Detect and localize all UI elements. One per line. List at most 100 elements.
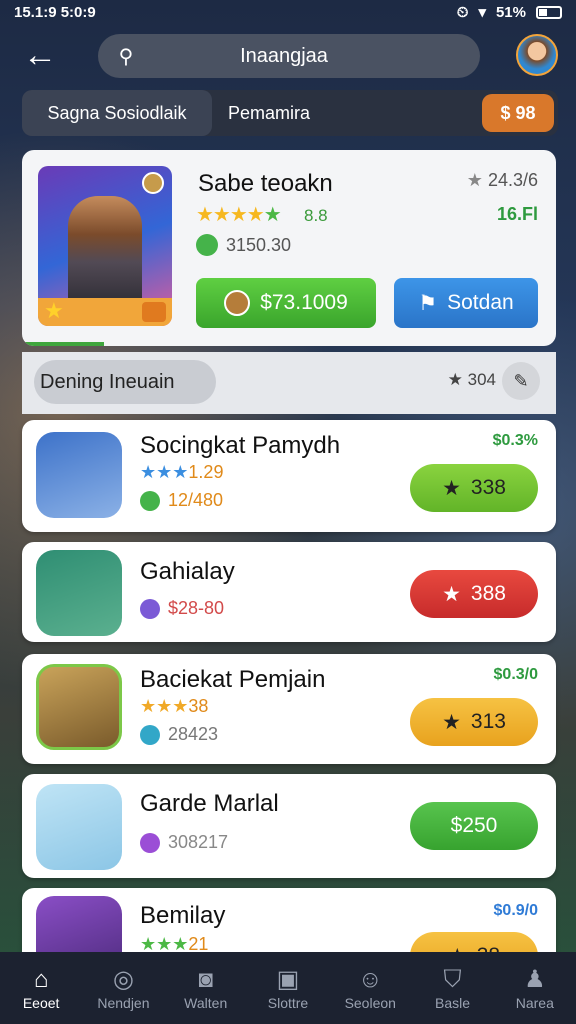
item-thumbnail [36, 896, 122, 952]
secondary-button-label: Sotdan [447, 291, 514, 314]
price-button[interactable]: ★ 388 [410, 570, 538, 618]
buy-button[interactable]: $73.1009 [196, 278, 376, 328]
item-trend: $0.3/0 [493, 666, 538, 683]
battery-percent: 51% [495, 3, 526, 21]
star-icon: ★ [448, 944, 467, 953]
item-rating-value: 1.29 [188, 462, 224, 482]
nav-item-7[interactable]: ♟ Narea [494, 952, 576, 1024]
price-value: 38 [477, 944, 500, 952]
item-meta: 28423 [140, 724, 218, 745]
wifi-icon: ▾ [478, 4, 486, 21]
item-trend: $0.3% [492, 432, 538, 449]
secondary-button[interactable]: ⚑ Sotdan [394, 278, 538, 328]
nav-item-home[interactable]: ⌂ Eeoet [0, 952, 82, 1024]
price-value: $250 [450, 814, 498, 837]
featured-score: ★ 24.3/6 [467, 170, 538, 191]
featured-trend: 16.Fl [496, 204, 538, 224]
edit-icon[interactable]: ✎ [502, 362, 540, 400]
star-icon: ★★★ [140, 462, 189, 482]
featured-card[interactable]: ★ Sabe teoakn ★★★★★ 8.8 3150.30 ★ 24.3/6… [22, 150, 556, 346]
avatar[interactable] [516, 34, 558, 76]
featured-score-value: 24.3/6 [487, 170, 538, 190]
price-value: 313 [470, 710, 506, 733]
featured-downloads-value: 3150.30 [226, 234, 292, 255]
nav-label: Seoleon [344, 995, 396, 1011]
profile-icon: ♟ [524, 966, 546, 993]
section-header: Dening Ineuain ★ 304 ✎ [22, 352, 556, 414]
shield-icon: ⛉ [443, 966, 462, 993]
item-thumbnail [36, 784, 122, 870]
featured-rating: 8.8 [304, 206, 328, 225]
list-item[interactable]: Baciekat Pemjain ★★★38 28423 $0.3/0 ★ 313 [22, 654, 556, 764]
item-meta-value: $28-80 [168, 598, 225, 618]
tab-bar: Sagna Sosiodlaik Pemamira $ 98 [22, 90, 558, 136]
section-pill[interactable]: Dening Ineuain [34, 360, 216, 404]
item-name: Gahialay [140, 558, 235, 585]
star-icon: ★★★ [140, 934, 189, 952]
item-meta: 308217 [140, 832, 228, 853]
item-rating: ★★★21 [140, 934, 208, 952]
home-icon: ⌂ [33, 966, 49, 993]
nav-item-2[interactable]: ◎ Nendjen [82, 952, 164, 1024]
alarm-icon: ⏲ [456, 3, 469, 21]
item-rating: ★★★1.29 [140, 462, 223, 483]
item-rating: ★★★38 [140, 696, 208, 717]
balance-badge[interactable]: $ 98 [482, 94, 554, 132]
price-button[interactable]: $250 [410, 802, 538, 850]
nav-label: Narea [515, 995, 554, 1011]
featured-downloads: 3150.30 [196, 234, 291, 256]
list-item[interactable]: Bemilay ★★★21 $0.9/0 ★ 38 [22, 888, 556, 952]
tab-pemamira[interactable]: Pemamira [212, 90, 326, 136]
list-item[interactable]: Gahialay $28-80 ★ 388 [22, 542, 556, 642]
section-count-value: 304 [467, 370, 496, 389]
nav-item-5[interactable]: ☺ Seoleon [329, 952, 411, 1024]
nav-label: Eeoet [22, 995, 60, 1011]
nav-item-3[interactable]: ◙ Walten [165, 952, 247, 1024]
buy-button-label: $73.1009 [260, 291, 348, 314]
price-value: 338 [470, 476, 506, 499]
price-value: 388 [470, 582, 506, 605]
nav-item-4[interactable]: ▣ Slottre [247, 952, 329, 1024]
star-icon: ★ [442, 582, 461, 606]
search-input[interactable]: Inaangjaa [148, 45, 420, 68]
item-meta-value: 308217 [168, 832, 229, 852]
check-icon [140, 724, 160, 745]
search-icon: ⚲ [118, 45, 134, 68]
item-thumbnail [36, 550, 122, 636]
item-meta-value: 12/480 [168, 490, 224, 510]
tab-sagna[interactable]: Sagna Sosiodlaik [22, 90, 212, 136]
item-thumbnail [36, 432, 122, 518]
star-icon: ★★★ [140, 696, 189, 716]
chest-icon [142, 302, 166, 322]
price-button[interactable]: ★ 313 [410, 698, 538, 746]
star-icon: ★ [442, 476, 461, 500]
hero-figure [68, 196, 142, 306]
item-meta: $28-80 [140, 598, 224, 619]
price-button[interactable]: ★ 338 [410, 464, 538, 512]
item-thumbnail [36, 664, 122, 750]
nav-label: Basle [435, 995, 471, 1011]
nav-item-6[interactable]: ⛉ Basle [411, 952, 493, 1024]
compass-icon: ◎ [112, 966, 134, 993]
status-bar: 15.1:9 5:0:9 ⏲ ▾ 51% [0, 0, 576, 24]
star-icon: ★ [442, 710, 461, 734]
item-name: Garde Marlal [140, 790, 279, 817]
price-button[interactable]: ★ 38 [410, 932, 538, 952]
character-icon: ☺ [358, 966, 383, 993]
item-name: Baciekat Pemjain [140, 666, 326, 693]
flag-icon: ⚑ [418, 291, 438, 315]
list-item[interactable]: Socingkat Pamydh ★★★1.29 12/480 $0.3% ★ 3… [22, 420, 556, 532]
featured-progress [22, 342, 104, 346]
gem-icon [196, 234, 218, 256]
list-item[interactable]: Garde Marlal 308217 $250 [22, 774, 556, 878]
search-bar[interactable]: ⚲ Inaangjaa [98, 34, 480, 78]
item-meta-value: 28423 [168, 724, 219, 744]
item-name: Bemilay [140, 902, 226, 929]
featured-title: Sabe teoakn [198, 170, 333, 197]
back-arrow-icon[interactable]: ← [22, 38, 58, 74]
section-count: ★ 304 [447, 370, 496, 389]
item-rating-value: 21 [188, 934, 209, 952]
nav-label: Walten [184, 995, 228, 1011]
battery-icon [536, 5, 562, 19]
check-icon [140, 598, 160, 619]
